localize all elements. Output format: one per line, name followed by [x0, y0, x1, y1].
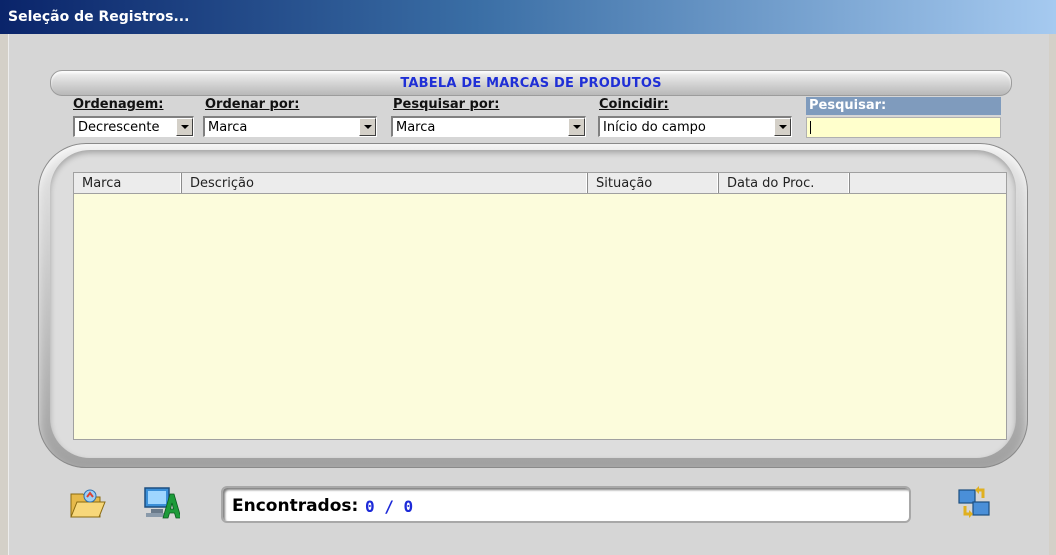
chevron-down-icon[interactable]: [359, 118, 376, 136]
coincidir-label: Coincidir:: [599, 97, 669, 112]
ordenar-por-label: Ordenar por:: [205, 97, 300, 112]
open-folder-icon: [70, 489, 106, 518]
window-title: Seleção de Registros...: [8, 9, 190, 25]
chevron-down-icon[interactable]: [176, 118, 193, 136]
chevron-down-icon[interactable]: [568, 118, 585, 136]
exchange-button[interactable]: [955, 484, 993, 522]
exchange-icon: [958, 486, 990, 518]
table-header-bar: TABELA DE MARCAS DE PRODUTOS: [50, 70, 1012, 96]
column-header-marca[interactable]: Marca: [74, 173, 182, 193]
column-label: Data do Proc.: [727, 176, 815, 191]
open-button[interactable]: [68, 484, 106, 522]
ordenar-por-value: Marca: [208, 120, 248, 135]
pesquisar-label-box: Pesquisar:: [806, 97, 1001, 115]
chevron-down-icon[interactable]: [774, 118, 791, 136]
report-computer-icon: [144, 487, 182, 519]
ordenar-por-select[interactable]: Marca: [203, 116, 377, 137]
column-header-descricao[interactable]: Descrição: [182, 173, 588, 193]
title-bar[interactable]: Seleção de Registros...: [0, 0, 1056, 34]
pesquisar-por-value: Marca: [396, 120, 436, 135]
table-title: TABELA DE MARCAS DE PRODUTOS: [400, 76, 662, 91]
ordenagem-label: Ordenagem:: [73, 97, 164, 112]
pesquisar-label: Pesquisar:: [809, 98, 887, 113]
found-status-box: Encontrados: 0 / 0: [221, 486, 911, 523]
pesquisar-por-select[interactable]: Marca: [391, 116, 586, 137]
column-label: Marca: [82, 176, 122, 191]
column-header-situacao[interactable]: Situação: [588, 173, 719, 193]
column-header-data-proc[interactable]: Data do Proc.: [719, 173, 850, 193]
pesquisar-por-label: Pesquisar por:: [393, 97, 500, 112]
coincidir-value: Início do campo: [603, 120, 706, 135]
found-label: Encontrados:: [232, 496, 359, 516]
report-button[interactable]: [142, 484, 182, 522]
ordenagem-select[interactable]: Decrescente: [73, 116, 194, 137]
found-count: 0 / 0: [365, 497, 414, 516]
records-grid[interactable]: Marca Descrição Situação Data do Proc.: [73, 172, 1007, 440]
selection-window: Seleção de Registros... TABELA DE MARCAS…: [0, 0, 1056, 555]
text-caret: [810, 121, 811, 134]
ordenagem-value: Decrescente: [78, 120, 160, 135]
coincidir-select[interactable]: Início do campo: [598, 116, 792, 137]
column-label: Situação: [596, 176, 653, 191]
grid-header: Marca Descrição Situação Data do Proc.: [74, 173, 1006, 194]
search-input[interactable]: [806, 117, 1001, 138]
column-label: Descrição: [190, 176, 254, 191]
